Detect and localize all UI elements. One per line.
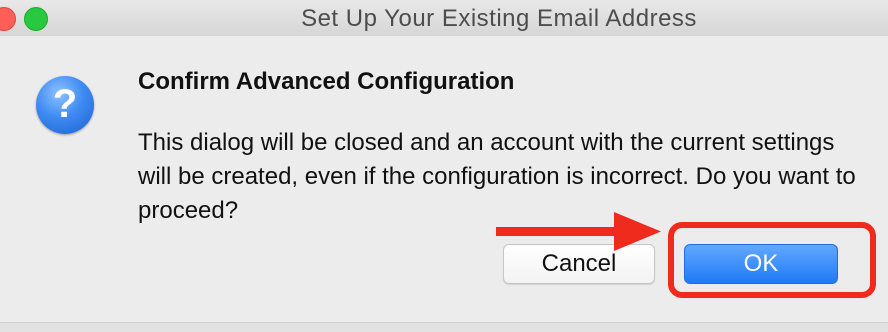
app-window: Set Up Your Existing Email Address ? Con…: [0, 0, 888, 332]
window-title: Set Up Your Existing Email Address: [301, 5, 697, 32]
dialog-bottom-edge: [0, 322, 888, 332]
ok-highlight-box: [668, 222, 876, 298]
pointer-arrow-icon: [496, 212, 661, 251]
question-icon: ?: [36, 76, 94, 134]
title-bar: Set Up Your Existing Email Address: [0, 0, 888, 37]
dialog-heading: Confirm Advanced Configuration: [138, 68, 515, 95]
